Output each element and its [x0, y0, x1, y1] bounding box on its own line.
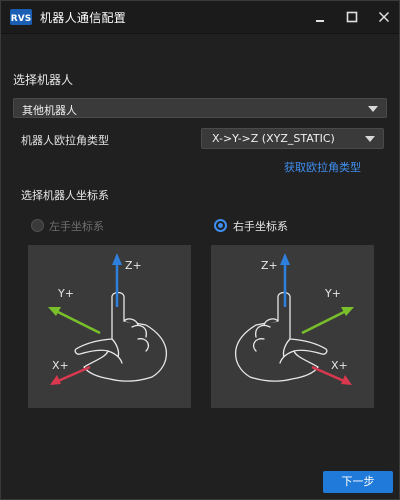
- rvs-logo-icon: RVS: [10, 9, 32, 25]
- chevron-down-icon: [368, 106, 378, 112]
- maximize-button[interactable]: [337, 1, 367, 33]
- right-x-label: X+: [331, 359, 348, 372]
- close-icon: [378, 11, 390, 23]
- get-euler-type-link[interactable]: 获取欧拉角类型: [284, 159, 361, 175]
- left-hand-illustration: Z+ Y+ X+: [48, 253, 168, 385]
- maximize-icon: [346, 11, 358, 23]
- left-hand-label: 左手坐标系: [49, 220, 104, 233]
- left-y-label: Y+: [57, 287, 74, 300]
- robot-select[interactable]: 其他机器人: [13, 98, 387, 118]
- svg-text:RVS: RVS: [11, 14, 31, 24]
- right-hand-diagram: Z+ Y+ X+: [211, 245, 374, 408]
- euler-type-select[interactable]: X->Y->Z (XYZ_STATIC): [201, 128, 384, 149]
- chevron-down-icon: [365, 136, 375, 142]
- robot-select-value: 其他机器人: [22, 104, 77, 117]
- select-coord-title: 选择机器人坐标系: [21, 189, 109, 202]
- left-z-label: Z+: [125, 259, 142, 272]
- minimize-icon: [316, 20, 324, 22]
- left-hand-radio[interactable]: [31, 219, 44, 232]
- right-hand-radio[interactable]: [214, 219, 227, 232]
- left-x-label: X+: [52, 359, 69, 372]
- right-hand-illustration: Z+ Y+ X+: [234, 253, 354, 385]
- y-axis-line: [55, 309, 101, 335]
- robot-comm-config-window: RVS 机器人通信配置 选择机器人 其他机器人 机器人欧拉角类型 X->Y->Z: [0, 0, 400, 500]
- z-axis-arrow: [112, 253, 122, 265]
- minimize-button[interactable]: [305, 1, 335, 33]
- euler-type-label: 机器人欧拉角类型: [21, 134, 109, 147]
- right-hand-label: 右手坐标系: [233, 220, 288, 233]
- left-hand-diagram: Z+ Y+ X+: [28, 245, 191, 408]
- next-button[interactable]: 下一步: [323, 471, 393, 493]
- title-bar: RVS 机器人通信配置: [1, 1, 399, 34]
- select-robot-title: 选择机器人: [13, 73, 74, 87]
- z-axis-arrow: [280, 253, 290, 265]
- close-button[interactable]: [369, 1, 399, 33]
- right-z-label: Z+: [261, 259, 278, 272]
- right-y-label: Y+: [324, 287, 341, 300]
- euler-type-value: X->Y->Z (XYZ_STATIC): [212, 132, 335, 145]
- y-axis-line: [301, 309, 347, 335]
- window-title: 机器人通信配置: [40, 11, 127, 25]
